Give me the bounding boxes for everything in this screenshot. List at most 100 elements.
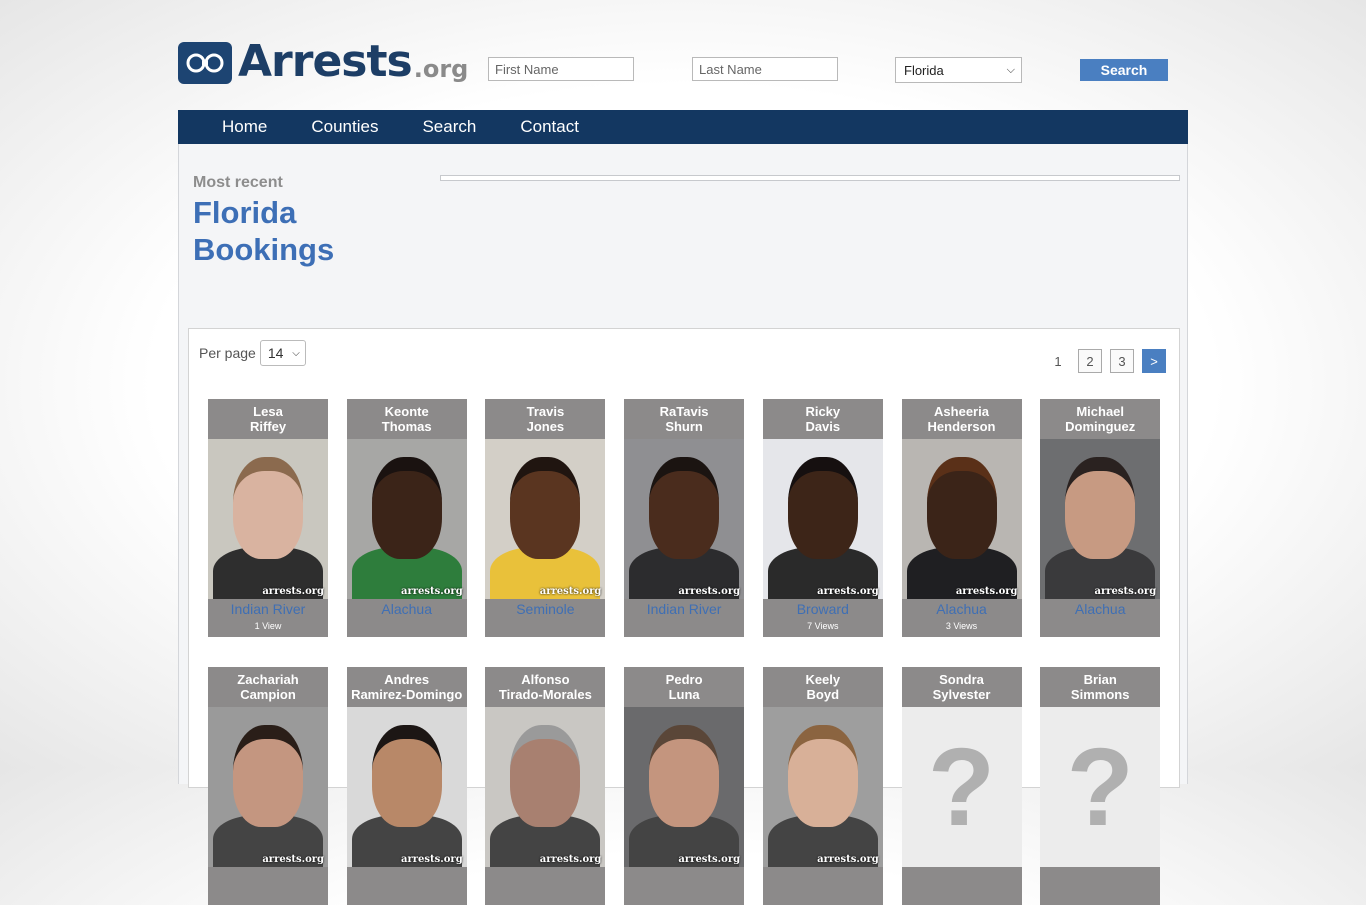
mugshot-photo[interactable]: ?: [901, 707, 1022, 867]
mugshot-face: [510, 725, 581, 827]
county-link[interactable]: [902, 867, 1022, 887]
booking-name[interactable]: Alfonso Tirado-Morales: [485, 667, 605, 707]
booking-name[interactable]: Zachariah Campion: [208, 667, 328, 707]
view-count: [763, 887, 883, 905]
watermark: arrests.org: [539, 854, 602, 865]
booking-name[interactable]: RaTavis Shurn: [624, 399, 744, 439]
booking-name[interactable]: Brian Simmons: [1040, 667, 1160, 707]
booking-last-name: Sylvester: [932, 687, 991, 702]
view-count: 7 Views: [807, 621, 839, 631]
first-name-input[interactable]: [488, 57, 634, 81]
watermark: arrests.org: [1094, 586, 1157, 597]
county-link[interactable]: Broward: [763, 599, 883, 619]
mugshot-photo[interactable]: arrests.org: [485, 707, 606, 867]
county-link[interactable]: Indian River: [624, 599, 744, 619]
booking-card[interactable]: Sondra Sylvester?: [901, 667, 1022, 905]
watermark: arrests.org: [262, 586, 324, 597]
nav-search[interactable]: Search: [422, 117, 476, 137]
booking-last-name: Thomas: [381, 419, 432, 434]
booking-card[interactable]: Brian Simmons?: [1040, 667, 1161, 905]
county-link[interactable]: Alachua: [347, 599, 467, 619]
mugshot-photo[interactable]: arrests.org: [208, 707, 328, 867]
county-link[interactable]: [208, 867, 328, 887]
mugshot-photo[interactable]: arrests.org: [901, 439, 1022, 599]
booking-last-name: Shurn: [665, 419, 703, 434]
watermark: arrests.org: [401, 854, 463, 865]
booking-card[interactable]: Alfonso Tirado-Morales arrests.org: [485, 667, 606, 905]
booking-name[interactable]: Sondra Sylvester: [902, 667, 1022, 707]
county-link[interactable]: [485, 867, 605, 887]
view-count: [485, 619, 605, 637]
mugshot-face: [649, 725, 720, 827]
handcuffs-logo-icon: [178, 42, 232, 84]
county-link[interactable]: Indian River: [208, 599, 328, 619]
county-link[interactable]: [624, 867, 744, 887]
county-link[interactable]: Alachua: [1040, 599, 1160, 619]
booking-card[interactable]: Pedro Luna arrests.org: [624, 667, 745, 905]
nav-home[interactable]: Home: [222, 117, 267, 137]
mugshot-photo[interactable]: arrests.org: [762, 707, 883, 867]
booking-name[interactable]: Andres Ramirez-Domingo: [347, 667, 467, 707]
booking-name[interactable]: Travis Jones: [485, 399, 605, 439]
booking-name[interactable]: Keonte Thomas: [347, 399, 467, 439]
site-logo[interactable]: Arrests .org: [178, 36, 468, 84]
no-photo-placeholder-icon: ?: [1040, 707, 1161, 867]
booking-name[interactable]: Pedro Luna: [624, 667, 744, 707]
county-link[interactable]: [1040, 867, 1160, 887]
booking-name[interactable]: Ricky Davis: [763, 399, 883, 439]
page-2[interactable]: 2: [1078, 349, 1102, 373]
mugshot-photo[interactable]: arrests.org: [624, 707, 745, 867]
booking-card[interactable]: Ricky Davis arrests.org Broward 7 Views: [762, 399, 883, 637]
per-page-value: 14: [267, 345, 284, 361]
booking-card[interactable]: Asheeria Henderson arrests.org Alachua 3 Vie…: [901, 399, 1022, 637]
booking-card[interactable]: Keely Boyd arrests.org: [762, 667, 883, 905]
mugshot-face: [1065, 457, 1136, 559]
view-count: 3 Views: [945, 621, 978, 631]
mugshot-photo[interactable]: arrests.org: [346, 707, 467, 867]
main-nav: Home Counties Search Contact: [178, 110, 1188, 144]
booking-first-name: Zachariah: [237, 672, 299, 687]
state-select[interactable]: Florida ⌵: [895, 57, 1022, 83]
ad-banner: [440, 175, 1180, 181]
content-panel: Most recent Florida Bookings Per page 14…: [178, 144, 1188, 905]
county-link[interactable]: Seminole: [485, 599, 605, 619]
mugshot-photo[interactable]: ?: [1040, 707, 1161, 867]
booking-card[interactable]: Keonte Thomas arrests.org Alachua: [346, 399, 467, 637]
mugshot-photo[interactable]: arrests.org: [208, 439, 328, 599]
booking-card[interactable]: Zachariah Campion arrests.org: [208, 667, 328, 905]
booking-card[interactable]: Michael Dominguez arrests.org Alachua: [1040, 399, 1161, 637]
page-3[interactable]: 3: [1110, 349, 1134, 373]
nav-counties[interactable]: Counties: [311, 117, 378, 137]
last-name-input[interactable]: [692, 57, 838, 81]
booking-first-name: Pedro: [665, 672, 703, 687]
booking-name[interactable]: Asheeria Henderson: [902, 399, 1022, 439]
booking-first-name: Keonte: [384, 404, 429, 419]
booking-card[interactable]: RaTavis Shurn arrests.org Indian River: [624, 399, 745, 637]
watermark: arrests.org: [678, 854, 741, 865]
booking-name[interactable]: Michael Dominguez: [1040, 399, 1160, 439]
booking-card[interactable]: Travis Jones arrests.org Seminole: [485, 399, 606, 637]
mugshot-face: [510, 457, 581, 559]
county-link[interactable]: [763, 867, 883, 887]
next-page-button[interactable]: >: [1142, 349, 1166, 373]
booking-last-name: Campion: [240, 687, 296, 702]
mugshot-face: [233, 457, 303, 559]
per-page-select[interactable]: 14 ⌵: [259, 340, 306, 366]
booking-name[interactable]: Lesa Riffey: [208, 399, 328, 439]
mugshot-photo[interactable]: arrests.org: [346, 439, 467, 599]
mugshot-photo[interactable]: arrests.org: [624, 439, 745, 599]
mugshot-photo[interactable]: arrests.org: [485, 439, 606, 599]
booking-name[interactable]: Keely Boyd: [763, 667, 883, 707]
booking-first-name: Keely: [805, 672, 841, 687]
view-count: 1 View: [254, 621, 282, 631]
nav-contact[interactable]: Contact: [520, 117, 579, 137]
booking-card[interactable]: Lesa Riffey arrests.org Indian River 1 View: [208, 399, 328, 637]
county-link[interactable]: [347, 867, 467, 887]
county-link[interactable]: Alachua: [902, 599, 1022, 619]
mugshot-photo[interactable]: arrests.org: [762, 439, 883, 599]
mugshot-photo[interactable]: arrests.org: [1040, 439, 1161, 599]
watermark: arrests.org: [955, 586, 1018, 597]
search-button[interactable]: Search: [1080, 59, 1168, 81]
mugshot-face: [787, 457, 858, 559]
booking-card[interactable]: Andres Ramirez-Domingo arrests.org: [346, 667, 467, 905]
